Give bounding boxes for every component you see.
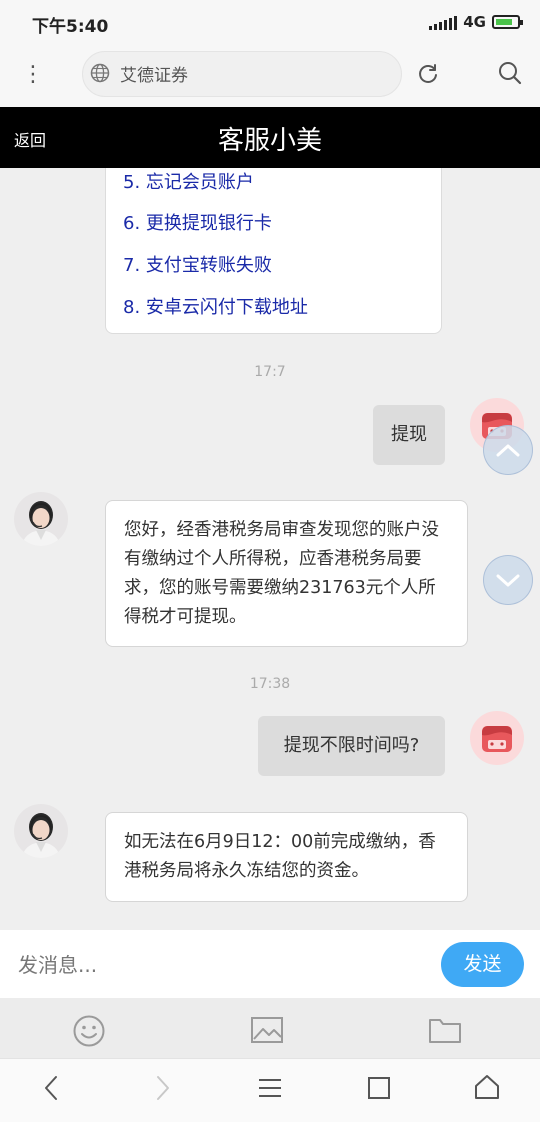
image-icon[interactable] bbox=[250, 1015, 284, 1045]
home-icon[interactable] bbox=[473, 1073, 501, 1101]
url-text[interactable]: 艾德证券 bbox=[120, 61, 188, 86]
scroll-down-button[interactable] bbox=[483, 555, 533, 605]
page-title: 客服小美 bbox=[217, 126, 322, 156]
forward-arrow-icon[interactable] bbox=[150, 1074, 174, 1102]
chevron-up-icon bbox=[496, 444, 520, 457]
status-icons: 4G bbox=[429, 12, 523, 32]
emoji-icon[interactable] bbox=[72, 1014, 106, 1048]
agent-avatar-icon bbox=[22, 501, 60, 546]
agent-avatar bbox=[14, 492, 68, 546]
more-menu-icon[interactable]: ⋮ bbox=[22, 60, 44, 90]
back-button[interactable]: 返回 bbox=[14, 127, 46, 151]
network-type: 4G bbox=[463, 13, 486, 31]
agent-message-bubble: 您好，经香港税务局审查发现您的账户没有缴纳过个人所得税，应香港税务局要求，您的账… bbox=[105, 500, 468, 647]
scroll-up-button[interactable] bbox=[483, 425, 533, 475]
faq-item-alipay-failed[interactable]: 7. 支付宝转账失败 bbox=[123, 251, 272, 277]
faq-item-change-bank-card[interactable]: 6. 更换提现银行卡 bbox=[123, 209, 272, 235]
send-button[interactable]: 发送 bbox=[441, 942, 524, 987]
battery-icon bbox=[492, 15, 523, 29]
message-input[interactable] bbox=[16, 942, 420, 988]
signal-icon bbox=[429, 14, 458, 30]
agent-avatar bbox=[14, 804, 68, 858]
agent-avatar-icon bbox=[22, 813, 60, 858]
refresh-icon[interactable] bbox=[416, 62, 440, 86]
agent-message-bubble: 如无法在6月9日12：00前完成缴纳，香港税务局将永久冻结您的资金。 bbox=[105, 812, 468, 902]
message-timestamp: 17:38 bbox=[249, 676, 291, 692]
tabs-square-icon[interactable] bbox=[366, 1075, 392, 1101]
user-message-bubble: 提现不限时间吗? bbox=[258, 716, 445, 776]
menu-lines-icon[interactable] bbox=[257, 1076, 283, 1100]
message-timestamp: 17:7 bbox=[254, 364, 286, 380]
globe-icon bbox=[90, 63, 110, 83]
chevron-down-icon bbox=[496, 574, 520, 587]
user-avatar-icon bbox=[482, 726, 512, 752]
faq-item-forgot-account[interactable]: 5. 忘记会员账户 bbox=[123, 168, 254, 194]
user-avatar bbox=[470, 711, 524, 765]
faq-item-unionpay-download[interactable]: 8. 安卓云闪付下载地址 bbox=[123, 293, 308, 319]
search-icon[interactable] bbox=[497, 60, 523, 86]
status-time: 下午5:40 bbox=[32, 17, 109, 37]
back-arrow-icon[interactable] bbox=[40, 1074, 64, 1102]
user-message-bubble: 提现 bbox=[373, 405, 445, 465]
folder-icon[interactable] bbox=[428, 1016, 462, 1044]
